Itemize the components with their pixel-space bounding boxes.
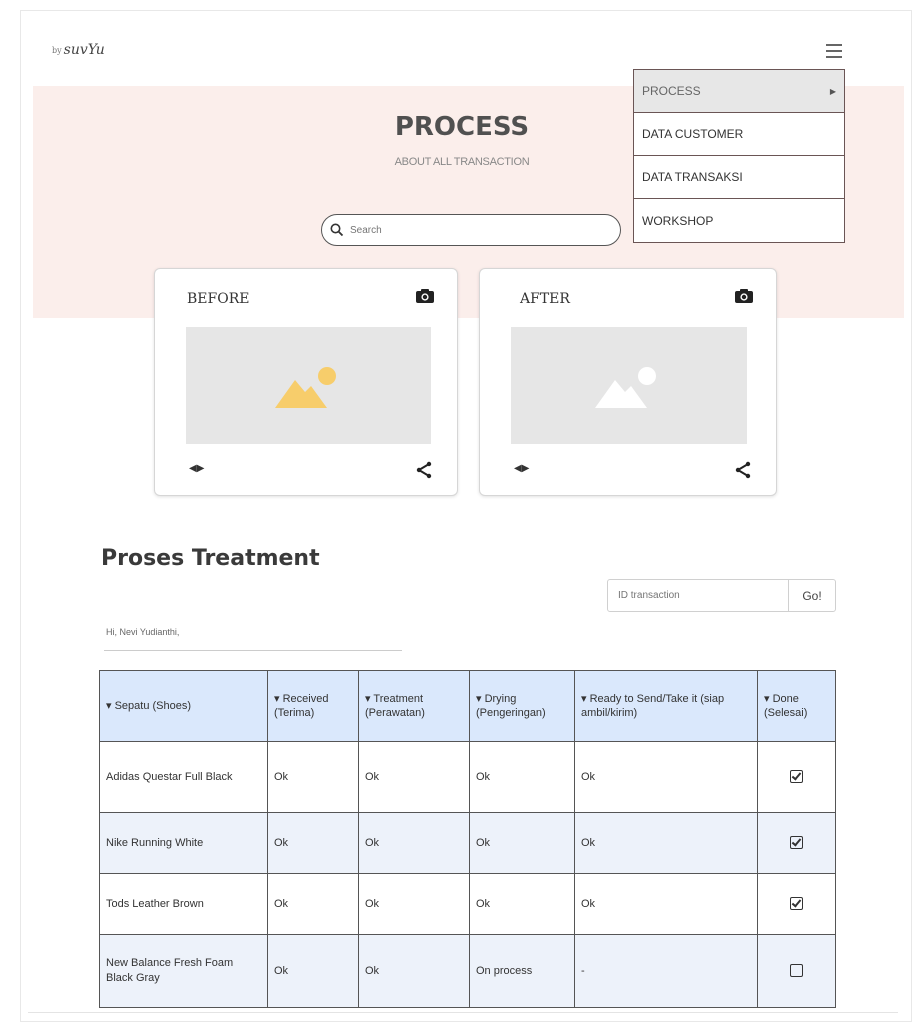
cell-done <box>757 934 836 1008</box>
dropdown-menu: PROCESS ▶ DATA CUSTOMER DATA TRANSAKSI W… <box>633 69 845 243</box>
hamburger-menu-icon[interactable] <box>826 44 842 58</box>
menu-item-workshop[interactable]: WORKSHOP <box>634 199 844 242</box>
menu-item-data-customer[interactable]: DATA CUSTOMER <box>634 113 844 156</box>
table-row: Nike Running White Ok Ok Ok Ok <box>99 812 836 874</box>
cell-treatment: Ok <box>358 812 470 874</box>
menu-item-label: DATA CUSTOMER <box>642 127 744 141</box>
image-placeholder-icon <box>274 366 336 408</box>
after-card: AFTER ◀▶ <box>479 268 777 496</box>
checkbox-checked-icon[interactable] <box>790 770 803 784</box>
cell-shoe: Nike Running White <box>99 812 268 874</box>
menu-item-process[interactable]: PROCESS ▶ <box>634 70 844 113</box>
cell-ready: - <box>574 934 758 1008</box>
hamburger-bar <box>826 56 842 58</box>
camera-icon[interactable] <box>415 288 435 304</box>
cell-drying: On process <box>469 934 575 1008</box>
table-row: Adidas Questar Full Black Ok Ok Ok Ok <box>99 741 836 813</box>
id-transaction-search: Go! <box>607 579 836 612</box>
menu-item-label: DATA TRANSAKSI <box>642 170 743 184</box>
cell-done <box>757 873 836 935</box>
menu-item-label: PROCESS <box>642 84 701 98</box>
share-icon[interactable] <box>415 461 433 479</box>
table-row: Tods Leather Brown Ok Ok Ok Ok <box>99 873 836 935</box>
table-header-row: ▾ Sepatu (Shoes) ▾ Received (Terima) ▾ T… <box>99 670 836 742</box>
cell-shoe: New Balance Fresh Foam Black Gray <box>99 934 268 1008</box>
treatment-table: ▾ Sepatu (Shoes) ▾ Received (Terima) ▾ T… <box>99 670 836 1008</box>
menu-item-data-transaksi[interactable]: DATA TRANSAKSI <box>634 156 844 199</box>
after-label: AFTER <box>520 291 570 307</box>
section-title: Proses Treatment <box>101 546 320 571</box>
cell-drying: Ok <box>469 741 575 813</box>
greeting-text: Hi, Nevi Yudianthi, <box>106 627 180 637</box>
divider <box>28 1012 898 1013</box>
cell-received: Ok <box>267 741 359 813</box>
column-header-ready[interactable]: ▾ Ready to Send/Take it (siap ambil/kiri… <box>574 670 758 742</box>
cell-shoe: Tods Leather Brown <box>99 873 268 935</box>
column-header-done[interactable]: ▾ Done (Selesai) <box>757 670 836 742</box>
id-transaction-input[interactable] <box>608 580 788 611</box>
image-placeholder-icon <box>595 366 656 408</box>
audio-control-icon[interactable]: ◀▶ <box>514 463 529 474</box>
logo-prefix: by <box>52 45 62 55</box>
hamburger-bar <box>826 44 842 46</box>
column-header-treatment[interactable]: ▾ Treatment (Perawatan) <box>358 670 470 742</box>
checkbox-checked-icon[interactable] <box>790 836 803 850</box>
cell-ready: Ok <box>574 741 758 813</box>
brand-logo[interactable]: by suvYu <box>52 40 105 60</box>
table-row: New Balance Fresh Foam Black Gray Ok Ok … <box>99 934 836 1008</box>
cell-ready: Ok <box>574 873 758 935</box>
divider <box>104 650 402 651</box>
cell-received: Ok <box>267 812 359 874</box>
cell-done <box>757 812 836 874</box>
checkbox-empty-icon[interactable] <box>790 964 803 978</box>
column-header-drying[interactable]: ▾ Drying (Pengeringan) <box>469 670 575 742</box>
go-button[interactable]: Go! <box>788 580 835 611</box>
checkbox-checked-icon[interactable] <box>790 897 803 911</box>
cell-received: Ok <box>267 934 359 1008</box>
cell-treatment: Ok <box>358 934 470 1008</box>
cell-drying: Ok <box>469 873 575 935</box>
cell-drying: Ok <box>469 812 575 874</box>
submenu-arrow-icon: ▶ <box>829 86 836 96</box>
audio-control-icon[interactable]: ◀▶ <box>189 463 204 474</box>
menu-item-label: WORKSHOP <box>642 213 714 228</box>
column-header-received[interactable]: ▾ Received (Terima) <box>267 670 359 742</box>
before-label: BEFORE <box>187 291 250 307</box>
search-input[interactable] <box>348 223 592 237</box>
cell-treatment: Ok <box>358 741 470 813</box>
cell-ready: Ok <box>574 812 758 874</box>
cell-treatment: Ok <box>358 873 470 935</box>
column-header-shoes[interactable]: ▾ Sepatu (Shoes) <box>99 670 268 742</box>
before-card: BEFORE ◀▶ <box>154 268 458 496</box>
share-icon[interactable] <box>734 461 752 479</box>
cell-shoe: Adidas Questar Full Black <box>99 741 268 813</box>
after-image-placeholder[interactable] <box>511 327 747 444</box>
camera-icon[interactable] <box>734 288 754 304</box>
cell-received: Ok <box>267 873 359 935</box>
search-bar[interactable] <box>321 214 621 246</box>
before-image-placeholder[interactable] <box>186 327 431 444</box>
logo-text: suvYu <box>63 42 105 58</box>
hamburger-bar <box>826 50 842 52</box>
search-icon <box>330 223 344 237</box>
cell-done <box>757 741 836 813</box>
